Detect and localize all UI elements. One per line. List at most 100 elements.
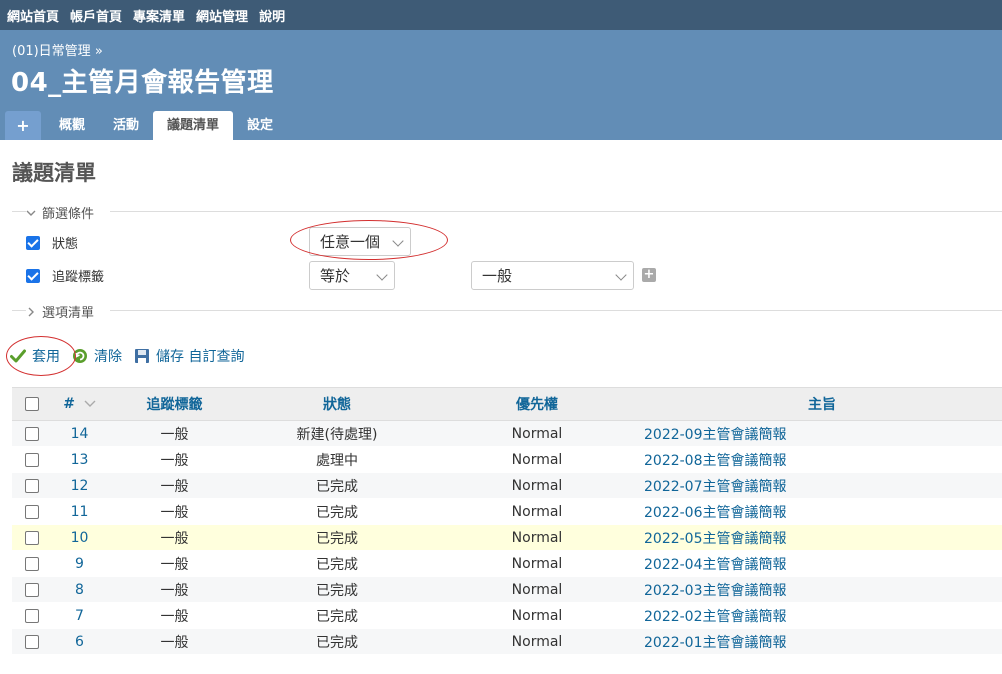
add-filter-plus-icon[interactable]: + — [642, 268, 656, 282]
tab-issues[interactable]: 議題清單 — [153, 111, 234, 140]
table-row[interactable]: 6 一般 已完成 Normal 2022-01主管會議簡報 — [12, 628, 1002, 655]
issue-tracker: 一般 — [107, 602, 242, 629]
issue-tracker: 一般 — [107, 446, 242, 473]
issue-id-link[interactable]: 6 — [75, 634, 84, 650]
issue-status: 新建(待處理) — [242, 420, 432, 447]
issue-subject-link[interactable]: 2022-09主管會議簡報 — [644, 427, 787, 443]
filters-legend[interactable]: 篩選條件 — [26, 203, 94, 222]
tracker-value-select[interactable]: 一般 — [471, 261, 634, 290]
issue-subject-cell: 2022-07主管會議簡報 — [642, 472, 1002, 499]
issue-id-link[interactable]: 10 — [71, 530, 89, 546]
issue-id-link[interactable]: 13 — [71, 452, 89, 468]
issue-status: 處理中 — [242, 446, 432, 473]
issue-id-link[interactable]: 14 — [71, 426, 89, 442]
issue-tracker: 一般 — [107, 576, 242, 603]
issue-subject-link[interactable]: 2022-04主管會議簡報 — [644, 557, 787, 573]
issue-tracker: 一般 — [107, 550, 242, 577]
table-row[interactable]: 14 一般 新建(待處理) Normal 2022-09主管會議簡報 — [12, 420, 1002, 447]
row-checkbox[interactable] — [25, 452, 39, 467]
row-checkbox[interactable] — [25, 608, 39, 623]
row-checkbox[interactable] — [25, 426, 39, 441]
column-header-priority[interactable]: 優先權 — [432, 387, 642, 421]
tracker-filter-checkbox[interactable] — [26, 268, 40, 283]
issue-id-link[interactable]: 8 — [75, 582, 84, 598]
breadcrumb[interactable]: (01)日常管理 » — [12, 40, 103, 59]
status-filter-checkbox[interactable] — [26, 235, 40, 250]
issue-status: 已完成 — [242, 628, 432, 655]
issue-id-cell: 7 — [52, 602, 107, 629]
top-menu-projects[interactable]: 專案清單 — [133, 10, 185, 26]
save-query-button[interactable]: 儲存 自訂查詢 — [134, 346, 244, 366]
issue-subject-cell: 2022-08主管會議簡報 — [642, 446, 1002, 473]
options-legend[interactable]: 選項清單 — [26, 302, 94, 321]
row-checkbox-cell — [12, 576, 52, 603]
options-legend-label: 選項清單 — [42, 306, 95, 321]
column-header-id[interactable]: # — [52, 387, 107, 421]
new-object-tab[interactable]: + — [5, 111, 41, 140]
status-operator-select[interactable]: 任意一個 — [309, 227, 411, 256]
table-row[interactable]: 8 一般 已完成 Normal 2022-03主管會議簡報 — [12, 576, 1002, 603]
tab-overview[interactable]: 概觀 — [45, 111, 99, 140]
checkmark-icon — [10, 349, 26, 363]
tab-settings[interactable]: 設定 — [233, 111, 287, 140]
table-row[interactable]: 9 一般 已完成 Normal 2022-04主管會議簡報 — [12, 550, 1002, 577]
issue-subject-link[interactable]: 2022-07主管會議簡報 — [644, 479, 787, 495]
row-checkbox[interactable] — [25, 504, 39, 519]
issue-subject-link[interactable]: 2022-03主管會議簡報 — [644, 583, 787, 599]
issues-table-header: # 追蹤標籤 狀態 優先權 主旨 — [12, 387, 1002, 421]
issue-subject-link[interactable]: 2022-01主管會議簡報 — [644, 635, 787, 651]
issue-priority: Normal — [432, 498, 642, 525]
issue-subject-link[interactable]: 2022-02主管會議簡報 — [644, 609, 787, 625]
table-row[interactable]: 7 一般 已完成 Normal 2022-02主管會議簡報 — [12, 602, 1002, 629]
options-fieldset-line-left — [12, 310, 26, 311]
issue-priority: Normal — [432, 472, 642, 499]
filters-fieldset-line-right — [110, 211, 1002, 212]
issue-subject-link[interactable]: 2022-06主管會議簡報 — [644, 505, 787, 521]
column-header-id-label: # — [63, 396, 75, 412]
issue-subject-link[interactable]: 2022-05主管會議簡報 — [644, 531, 787, 547]
issue-id-cell: 13 — [52, 446, 107, 473]
issue-tracker: 一般 — [107, 472, 242, 499]
issue-id-link[interactable]: 12 — [71, 478, 89, 494]
top-menu-home[interactable]: 網站首頁 — [7, 10, 59, 26]
top-menu-help[interactable]: 說明 — [259, 10, 285, 26]
issue-subject-cell: 2022-06主管會議簡報 — [642, 498, 1002, 525]
column-header-status[interactable]: 狀態 — [242, 387, 432, 421]
tracker-operator-select[interactable]: 等於 — [309, 261, 395, 290]
table-row[interactable]: 10 一般 已完成 Normal 2022-05主管會議簡報 — [12, 524, 1002, 551]
issue-id-cell: 14 — [52, 420, 107, 447]
tracker-value: 一般 — [482, 267, 513, 285]
apply-button[interactable]: 套用 — [10, 346, 60, 366]
row-checkbox[interactable] — [25, 634, 39, 649]
table-row[interactable]: 13 一般 處理中 Normal 2022-08主管會議簡報 — [12, 446, 1002, 473]
clear-button-label: 清除 — [94, 349, 122, 365]
issue-subject-link[interactable]: 2022-08主管會議簡報 — [644, 453, 787, 469]
column-header-subject[interactable]: 主旨 — [642, 387, 1002, 421]
row-checkbox-cell — [12, 446, 52, 473]
issue-id-cell: 10 — [52, 524, 107, 551]
table-row[interactable]: 11 一般 已完成 Normal 2022-06主管會議簡報 — [12, 498, 1002, 525]
row-checkbox[interactable] — [25, 582, 39, 597]
select-all-cell — [12, 387, 52, 421]
clear-button[interactable]: 清除 — [72, 346, 122, 366]
issue-subject-cell: 2022-03主管會議簡報 — [642, 576, 1002, 603]
sort-chevron-down-icon — [84, 400, 96, 407]
issue-id-link[interactable]: 11 — [71, 504, 89, 520]
column-header-tracker[interactable]: 追蹤標籤 — [107, 387, 242, 421]
table-row[interactable]: 12 一般 已完成 Normal 2022-07主管會議簡報 — [12, 472, 1002, 499]
tab-activity[interactable]: 活動 — [99, 111, 153, 140]
issue-id-link[interactable]: 9 — [75, 556, 84, 572]
row-checkbox[interactable] — [25, 478, 39, 493]
top-menu-administration[interactable]: 網站管理 — [196, 10, 248, 26]
row-checkbox-cell — [12, 524, 52, 551]
issue-id-cell: 9 — [52, 550, 107, 577]
issue-priority: Normal — [432, 524, 642, 551]
header: (01)日常管理 » 04_主管月會報告管理 + 概觀 活動 議題清單 設定 — [0, 30, 1002, 140]
top-menu-my-page[interactable]: 帳戶首頁 — [70, 10, 122, 26]
issue-id-link[interactable]: 7 — [75, 608, 84, 624]
row-checkbox[interactable] — [25, 556, 39, 571]
issue-priority: Normal — [432, 628, 642, 655]
row-checkbox[interactable] — [25, 530, 39, 545]
row-checkbox-cell — [12, 602, 52, 629]
select-all-checkbox[interactable] — [25, 397, 39, 411]
